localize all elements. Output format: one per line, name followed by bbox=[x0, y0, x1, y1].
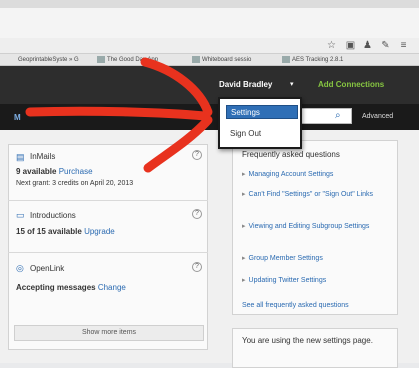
bookmark-item[interactable]: Whiteboard sessio bbox=[192, 55, 272, 65]
star-icon[interactable]: ☆ bbox=[326, 40, 337, 51]
bookmark-item[interactable]: The Good Day App bbox=[97, 55, 183, 65]
site-nav-bar bbox=[0, 104, 419, 130]
faq-heading: Frequently asked questions bbox=[242, 150, 340, 159]
menu-icon[interactable]: ≡ bbox=[398, 40, 409, 51]
inmails-next-grant: Next grant: 3 credits on April 20, 2013 bbox=[16, 180, 134, 187]
add-connections-link[interactable]: Add Connections bbox=[318, 80, 384, 89]
wrench-icon[interactable]: ✎ bbox=[380, 40, 391, 51]
account-dropdown-menu: Settings Sign Out bbox=[218, 97, 302, 149]
introductions-count-row: 15 of 15 available Upgrade bbox=[16, 227, 115, 236]
help-icon[interactable]: ? bbox=[192, 150, 202, 160]
inmail-icon: ▤ bbox=[16, 152, 25, 162]
nav-item[interactable]: M bbox=[14, 113, 21, 122]
settings-notice-card bbox=[232, 328, 398, 368]
bullet-icon: ▸ bbox=[242, 191, 246, 198]
sign-out-menu-item[interactable]: Sign Out bbox=[226, 127, 298, 141]
introductions-count: 15 of 15 available bbox=[16, 227, 82, 236]
openlink-title: OpenLink bbox=[30, 264, 65, 273]
help-icon[interactable]: ? bbox=[192, 262, 202, 272]
faq-item[interactable]: ▸ Updating Twitter Settings bbox=[242, 276, 392, 285]
inmails-count-row: 9 available Purchase bbox=[16, 167, 93, 176]
advanced-search-link[interactable]: Advanced bbox=[362, 113, 393, 120]
search-icon[interactable]: ⌕ bbox=[335, 110, 347, 122]
settings-menu-item[interactable]: Settings bbox=[226, 105, 298, 119]
page-icon bbox=[97, 55, 105, 63]
purchase-link[interactable]: Purchase bbox=[59, 167, 93, 176]
change-link[interactable]: Change bbox=[98, 283, 126, 292]
bullet-icon: ▸ bbox=[242, 255, 246, 262]
divider bbox=[8, 252, 208, 253]
bookmark-item[interactable]: AES Tracking 2.8.1 bbox=[282, 55, 382, 65]
faq-item[interactable]: ▸ Viewing and Editing Subgroup Settings bbox=[242, 222, 392, 231]
faq-item[interactable]: ▸ Can't Find "Settings" or "Sign Out" Lin… bbox=[242, 190, 392, 199]
openlink-status: Accepting messages bbox=[16, 283, 96, 292]
upgrade-link[interactable]: Upgrade bbox=[84, 227, 115, 236]
bullet-icon: ▸ bbox=[242, 223, 246, 230]
page-icon bbox=[192, 55, 200, 63]
person-icon[interactable]: ♟ bbox=[362, 40, 373, 51]
bookmark-item[interactable]: GeoprintableSyste » G bbox=[18, 55, 92, 65]
openlink-icon: ◎ bbox=[16, 263, 24, 273]
inmails-title: InMails bbox=[30, 152, 56, 161]
faq-item[interactable]: ▸ Managing Account Settings bbox=[242, 170, 392, 179]
introductions-icon: ▭ bbox=[16, 210, 25, 220]
page-icon bbox=[282, 55, 290, 63]
browser-toolbar: ☆ ▣ ♟ ✎ ≡ bbox=[0, 38, 419, 54]
extension-icon[interactable]: ▣ bbox=[345, 40, 356, 51]
faq-item[interactable]: ▸ Group Member Settings bbox=[242, 254, 392, 263]
bullet-icon: ▸ bbox=[242, 171, 246, 178]
browser-tab-strip bbox=[0, 8, 419, 38]
inmails-count: 9 available bbox=[16, 167, 57, 176]
introductions-title: Introductions bbox=[30, 211, 76, 220]
account-menu-trigger[interactable]: David Bradley bbox=[219, 80, 272, 89]
chevron-down-icon[interactable]: ▾ bbox=[290, 80, 294, 88]
help-icon[interactable]: ? bbox=[192, 209, 202, 219]
bookmarks-bar: GeoprintableSyste » G The Good Day App W… bbox=[0, 54, 419, 66]
show-more-button[interactable]: Show more items bbox=[14, 325, 204, 341]
divider bbox=[8, 200, 208, 201]
openlink-status-row: Accepting messages Change bbox=[16, 283, 126, 292]
all-faq-link[interactable]: See all frequently asked questions bbox=[242, 302, 349, 309]
new-settings-notice: You are using the new settings page. bbox=[242, 336, 373, 345]
bullet-icon: ▸ bbox=[242, 277, 246, 284]
os-menu-bar bbox=[0, 0, 419, 8]
